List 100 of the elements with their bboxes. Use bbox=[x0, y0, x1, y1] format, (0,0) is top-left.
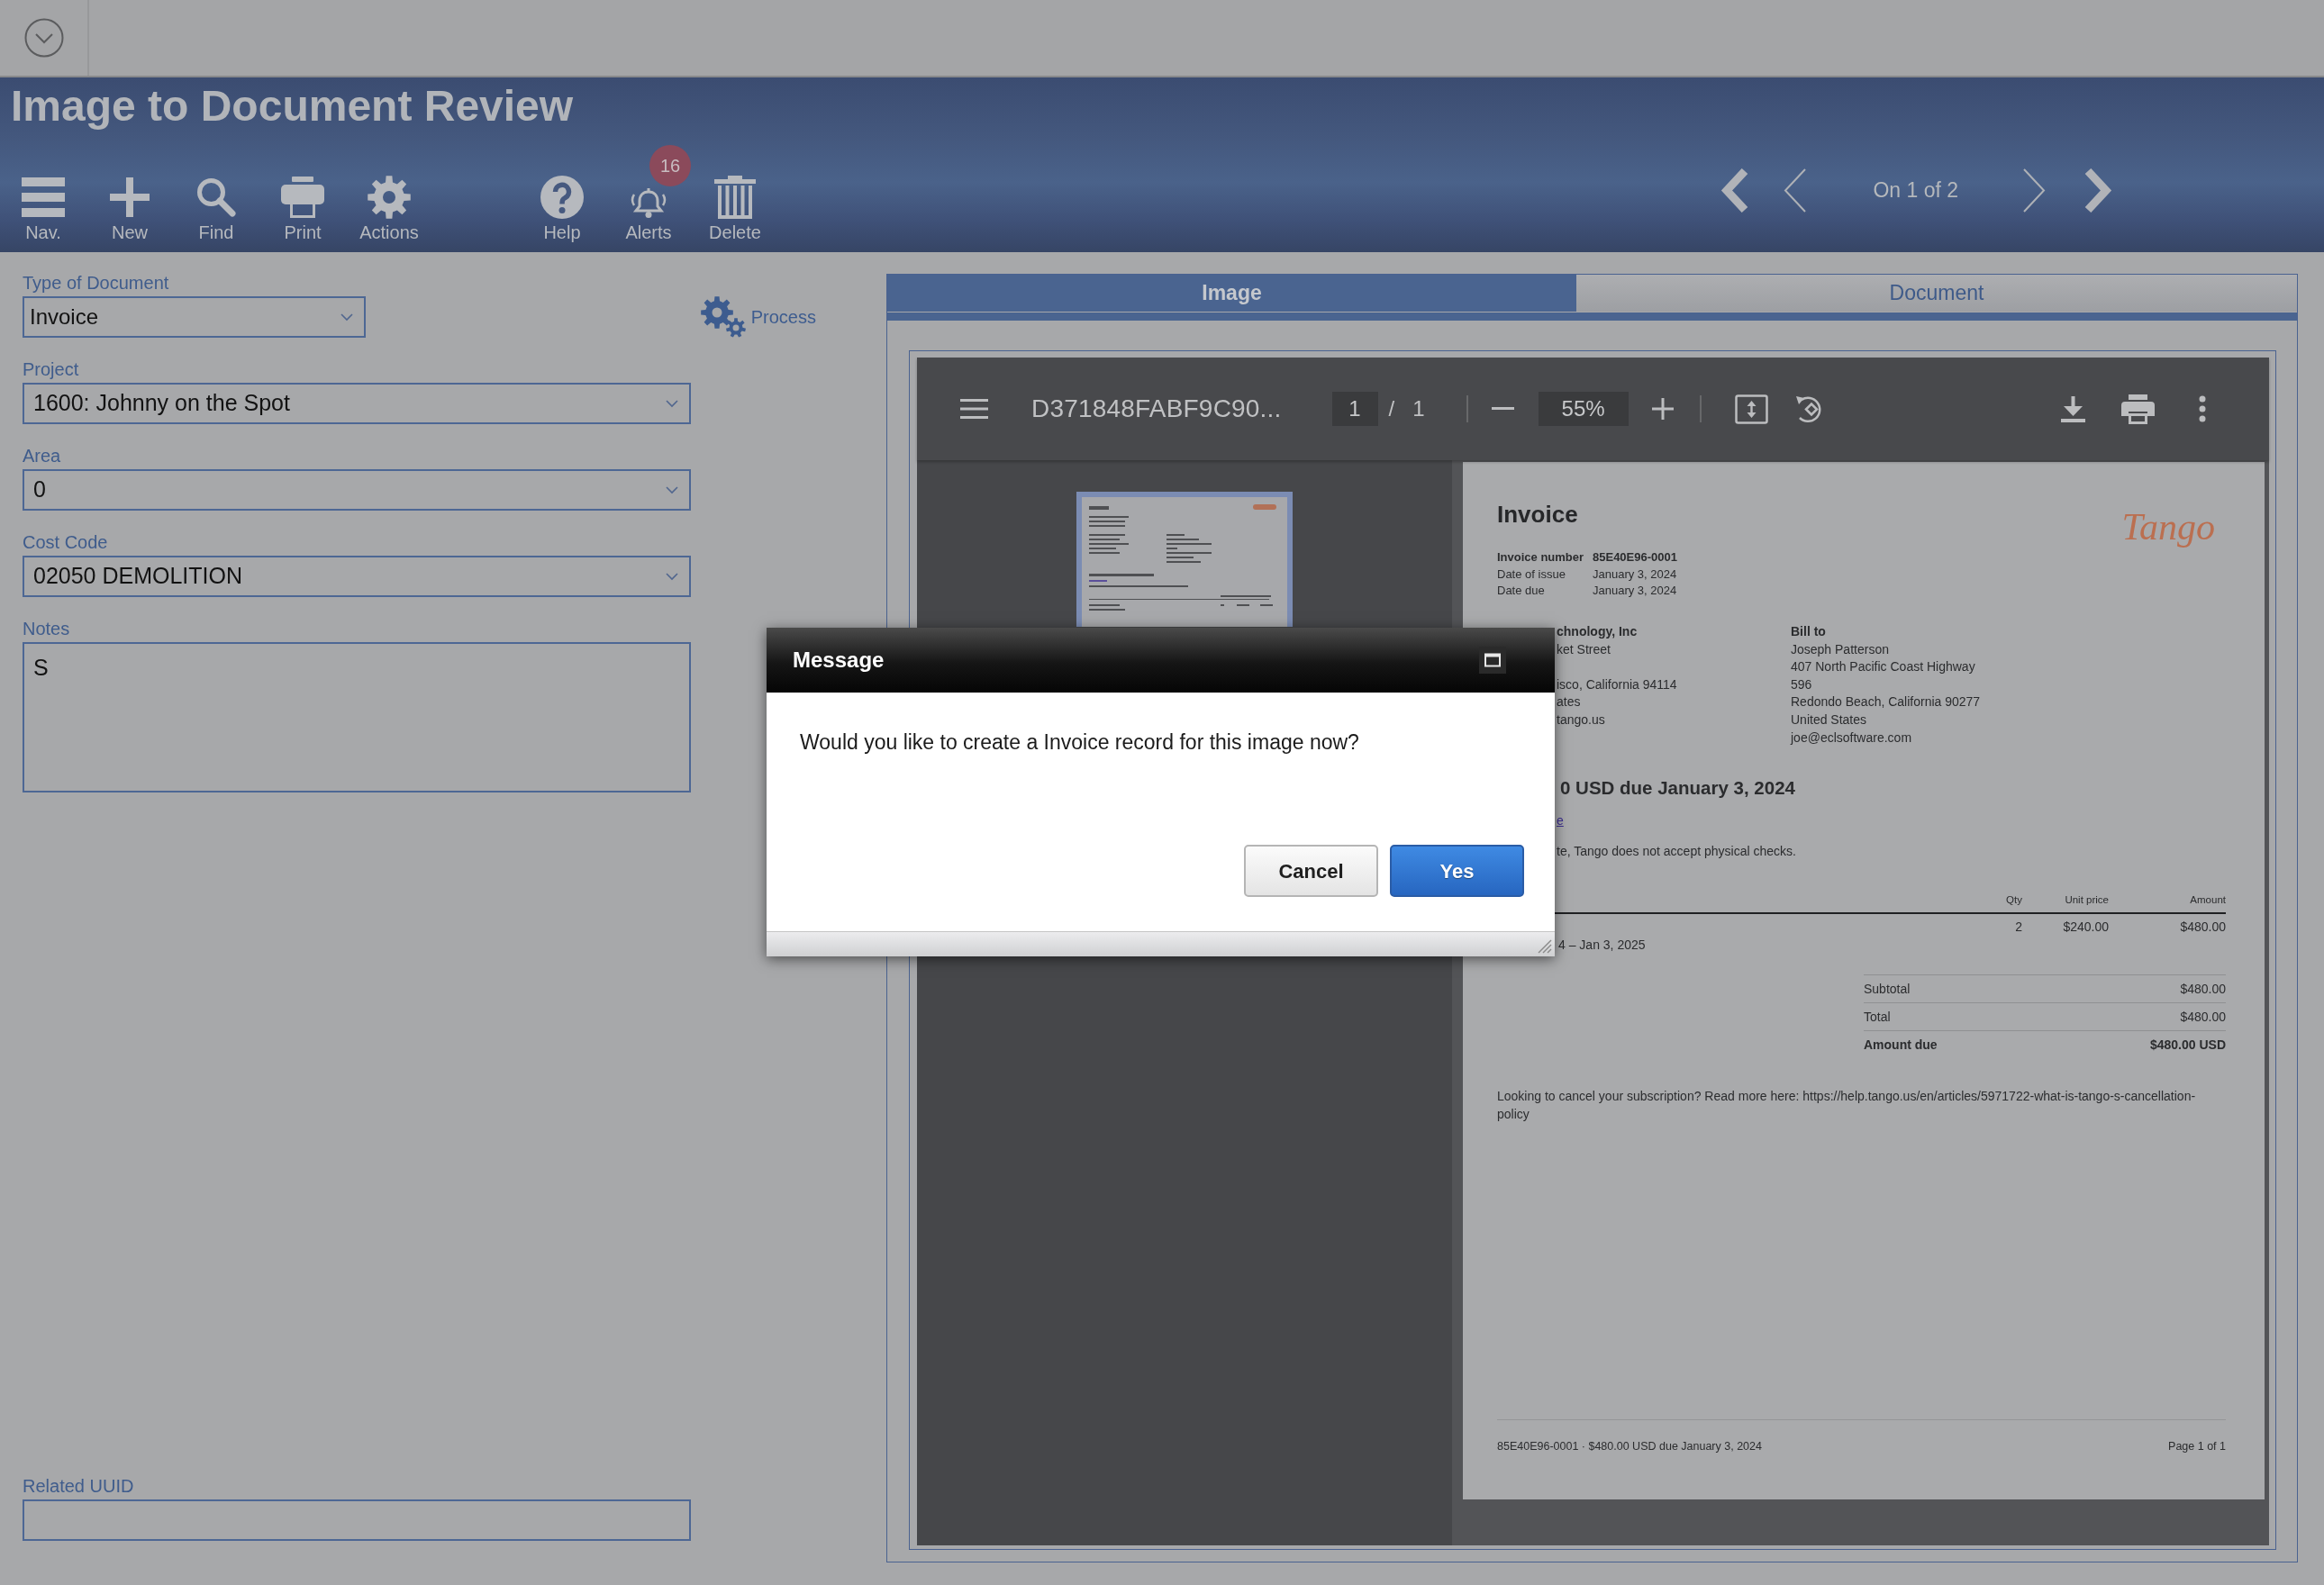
menu-button[interactable]: Nav. bbox=[0, 176, 86, 243]
search-icon bbox=[196, 177, 236, 217]
address-line: joe@eclsoftware.com bbox=[1791, 729, 1912, 747]
address-heading: Bill to bbox=[1791, 623, 1826, 640]
totals-value: $480.00 USD bbox=[2149, 1037, 2226, 1054]
alerts-button[interactable]: Alerts bbox=[605, 187, 692, 243]
process-button[interactable]: Process bbox=[700, 296, 816, 338]
address-line: 596 bbox=[1791, 675, 1812, 693]
address-line: Joseph Patterson bbox=[1791, 640, 1889, 658]
plus-icon[interactable] bbox=[1651, 398, 1674, 420]
address-line: 407 North Pacific Coast Highway bbox=[1791, 658, 1975, 676]
field-label: Cost Code bbox=[23, 531, 108, 553]
resize-grip-icon[interactable] bbox=[1536, 937, 1552, 954]
chevron-down-icon bbox=[666, 485, 678, 494]
menu-icon bbox=[22, 177, 65, 217]
cancel-button[interactable]: Cancel bbox=[1244, 845, 1378, 897]
amount-due-heading: 0 USD due January 3, 2024 bbox=[1560, 776, 1795, 801]
fit-to-page-icon[interactable] bbox=[1734, 394, 1768, 424]
totals-label: Total bbox=[1864, 1009, 1891, 1026]
page-footer-text: 85E40E96-0001 · $480.00 USD due January 3, 2024 bbox=[1497, 1439, 1762, 1454]
totals-value: $480.00 bbox=[2180, 981, 2226, 998]
menu-icon[interactable] bbox=[960, 399, 988, 419]
field-label: Notes bbox=[23, 618, 70, 639]
chevron-left-icon[interactable] bbox=[1720, 168, 1749, 213]
page-number-field[interactable]: 1 bbox=[1331, 392, 1378, 426]
chevron-down-icon bbox=[340, 312, 353, 322]
delete-button[interactable]: Delete bbox=[692, 176, 778, 243]
text-field[interactable] bbox=[23, 1499, 691, 1541]
logo-text: Tango bbox=[2121, 505, 2215, 549]
page-thumbnail-drawing[interactable] bbox=[1076, 492, 1293, 627]
minus-icon[interactable] bbox=[1491, 407, 1514, 411]
field-label: Project bbox=[23, 358, 79, 380]
record-position: On 1 of 2 bbox=[1873, 177, 1958, 204]
download-icon[interactable] bbox=[2061, 395, 2085, 422]
dialog-message: Would you like to create a Invoice record for this image now? bbox=[800, 729, 1359, 756]
page-count: 1 bbox=[1412, 395, 1425, 422]
table-cell-text: $480.00 bbox=[2180, 919, 2226, 937]
detail-value: 85E40E96-0001 bbox=[1593, 549, 1677, 566]
column-header: Qty bbox=[2006, 893, 2022, 908]
plus-icon bbox=[110, 177, 150, 217]
gears-icon bbox=[700, 296, 746, 338]
file-name: D371848FABF9C90... bbox=[1031, 394, 1282, 424]
confirm-button[interactable]: Yes bbox=[1390, 845, 1524, 897]
alert-count-badge: 16 bbox=[649, 145, 691, 186]
totals-label: Subtotal bbox=[1864, 981, 1911, 998]
address-line: Redondo Beach, California 90277 bbox=[1791, 693, 1981, 711]
zoom-level-field[interactable]: 55% bbox=[1538, 392, 1629, 426]
address-line: chnology, Inc bbox=[1557, 623, 1638, 640]
column-header: Amount bbox=[2190, 893, 2226, 908]
bell-icon bbox=[629, 187, 668, 219]
dropdown[interactable]: 0 bbox=[23, 469, 691, 511]
column-header: Unit price bbox=[2065, 893, 2109, 908]
detail-label: Invoice number bbox=[1497, 549, 1584, 566]
invoice-title: Invoice bbox=[1497, 500, 1578, 530]
dialog-title: Message bbox=[793, 647, 885, 674]
page-separator: / bbox=[1388, 395, 1395, 422]
circle-chevron-down-icon[interactable] bbox=[23, 18, 64, 58]
more-options-icon[interactable] bbox=[2198, 395, 2207, 422]
chevron-down-icon bbox=[666, 572, 678, 581]
footer-note: Looking to cancel your subscription? Read more here: https://help.tango.us/en/articles/5971722-what-is-tango-s-cancellation-policy bbox=[1497, 1088, 2197, 1124]
detail-label: Date due bbox=[1497, 583, 1545, 599]
note-text: te, Tango does not accept physical checks. bbox=[1557, 843, 1796, 861]
help-button[interactable]: Help bbox=[519, 176, 605, 243]
tab[interactable]: Document bbox=[1576, 275, 2297, 312]
page-title: Image to Document Review bbox=[10, 81, 574, 130]
detail-value: January 3, 2024 bbox=[1593, 566, 1677, 583]
address-line: tango.us bbox=[1557, 711, 1605, 729]
thin-chevron-left-icon[interactable] bbox=[1784, 168, 1808, 213]
table-cell-text: $240.00 bbox=[2063, 919, 2109, 937]
totals-label: Amount due bbox=[1864, 1037, 1938, 1054]
print-button[interactable]: Print bbox=[259, 176, 346, 243]
text-area[interactable]: S bbox=[23, 642, 691, 792]
chevron-down-icon bbox=[666, 399, 678, 408]
trash-icon bbox=[714, 176, 756, 219]
table-cell-text: 2 bbox=[2015, 919, 2022, 937]
find-button[interactable]: Find bbox=[173, 176, 259, 243]
chevron-right-icon[interactable] bbox=[2084, 168, 2113, 213]
field-label: Type of Document bbox=[23, 272, 169, 294]
field-label: Related UUID bbox=[23, 1475, 134, 1497]
dropdown[interactable]: 1600: Johnny on the Spot bbox=[23, 383, 691, 424]
detail-value: January 3, 2024 bbox=[1593, 583, 1677, 599]
print-icon bbox=[281, 177, 324, 218]
help-icon bbox=[540, 176, 584, 219]
address-line: isco, California 94114 bbox=[1557, 675, 1677, 693]
dropdown[interactable]: 02050 DEMOLITION bbox=[23, 556, 691, 597]
new-button[interactable]: New bbox=[86, 176, 173, 243]
tab[interactable]: Image bbox=[887, 275, 1576, 312]
totals-value: $480.00 bbox=[2180, 1009, 2226, 1026]
actions-button[interactable]: Actions bbox=[346, 176, 432, 243]
table-cell: 4 – Jan 3, 2025 bbox=[1558, 937, 1646, 954]
dropdown[interactable]: Invoice bbox=[23, 296, 366, 338]
text-link[interactable]: e bbox=[1557, 811, 1564, 830]
field-label: Area bbox=[23, 445, 61, 466]
address-line: ket Street bbox=[1557, 640, 1611, 658]
detail-label: Date of issue bbox=[1497, 566, 1566, 583]
thin-chevron-right-icon[interactable] bbox=[2022, 168, 2046, 213]
address-line: ates bbox=[1557, 693, 1581, 711]
print-icon[interactable] bbox=[2121, 394, 2155, 424]
gear-icon bbox=[368, 176, 411, 219]
page-number-text: Page 1 of 1 bbox=[2168, 1439, 2226, 1454]
